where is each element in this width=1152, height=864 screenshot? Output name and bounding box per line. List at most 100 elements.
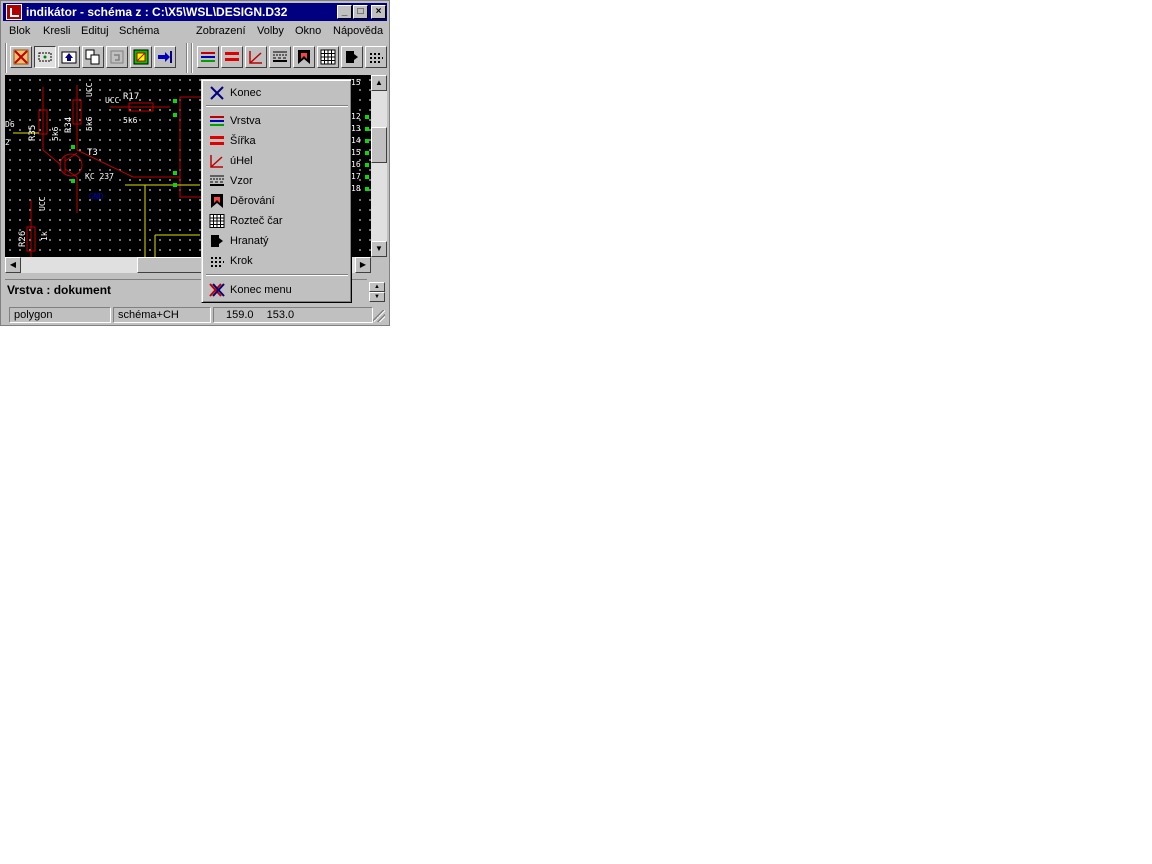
scroll-left-button[interactable]: ◀ [5,257,21,273]
drill-icon [211,194,223,208]
menu-item-konec-menu[interactable]: Konec menu [205,280,349,300]
maximize-button[interactable]: □ [353,5,368,19]
pattern-tool-button[interactable] [269,46,291,68]
toolbar [3,43,387,73]
scroll-down-button[interactable]: ▼ [371,241,387,257]
status-mode: polygon [9,307,111,323]
horizontal-scroll-thumb[interactable] [137,257,207,273]
vertical-scroll-thumb[interactable] [371,127,387,163]
import-tool-button[interactable] [154,46,176,68]
width-icon [225,52,239,61]
menu-blok[interactable]: Blok [9,25,30,37]
menu-item-krok[interactable]: Krok [205,251,349,271]
pattern-icon [273,51,287,62]
menu-item-hranaty-label: Hranatý [230,235,269,247]
menu-item-vrstva-label: Vrstva [230,115,261,127]
drill-tool-button[interactable] [293,46,315,68]
menu-item-konec-label: Konec [230,87,262,99]
menu-volby[interactable]: Volby [257,25,284,37]
menu-item-hranaty[interactable]: Hranatý [205,231,349,251]
scroll-right-button[interactable]: ▶ [355,257,371,273]
menu-item-sirka[interactable]: Šířka [205,131,349,151]
undo-icon [110,50,124,64]
menu-item-konec-menu-label: Konec menu [230,284,292,296]
app-logo-icon[interactable] [6,4,22,20]
menu-okno[interactable]: Okno [295,25,321,37]
label-ucc3: UCC [38,196,47,211]
status-coordinates: 159.0 153.0 [213,307,373,323]
undo-tool-button[interactable] [106,46,128,68]
image-icon [133,49,149,65]
menu-item-vzor[interactable]: Vzor [205,171,349,191]
resize-grip-icon[interactable] [373,310,385,322]
scroll-up-button[interactable]: ▲ [371,75,387,91]
label-pin-15b: 15 [351,148,361,157]
menu-item-roztec-car[interactable]: Rozteč čar [205,211,349,231]
menu-item-uhel-label: úHel [230,155,253,167]
label-r17: R17 [123,92,139,102]
status-y: 153.0 [266,309,295,321]
import-icon [158,51,172,63]
label-ucc2: UCC [85,82,94,97]
label-gnd: GND [89,192,104,201]
label-r26: R26 [18,231,28,247]
menu-schema[interactable]: Schéma [119,25,159,37]
label-t3: T3 [87,148,98,158]
label-r35-value: 5k6 [51,126,60,141]
close-x-icon [210,86,224,100]
square-icon [346,51,358,63]
step-tool-button[interactable] [365,46,387,68]
menu-edituj[interactable]: Edituj [81,25,109,37]
menu-separator [206,105,348,107]
layers-tool-button[interactable] [197,46,219,68]
upload-tool-button[interactable] [58,46,80,68]
drill-icon [298,50,310,64]
toolbar-separator [5,43,7,73]
window-title: indikátor - schéma z : C:\X5\WSL\DESIGN.… [26,5,288,19]
layers-icon [201,52,215,62]
minimize-icon: _ [341,6,348,17]
step-icon [370,53,383,63]
copy-icon [85,49,100,65]
menu-item-derovani[interactable]: Děrování [205,191,349,211]
label-left-2: 2 [5,138,10,147]
angle-icon [249,51,262,64]
menu-separator [206,274,348,276]
width-tool-button[interactable] [221,46,243,68]
grid-icon [209,214,225,228]
image-tool-button[interactable] [130,46,152,68]
menu-kresli[interactable]: Kresli [43,25,71,37]
pattern-icon [210,175,224,186]
spin-down-button[interactable]: ▼ [369,292,385,302]
menu-zobrazeni[interactable]: Zobrazení [196,25,246,37]
status-bar: polygon schéma+CH 159.0 153.0 [3,306,387,324]
status-x: 159.0 [226,309,254,321]
menu-napoveda[interactable]: Nápověda [333,25,383,37]
toolbar-separator [191,43,193,73]
angle-icon [210,155,223,168]
menu-item-konec[interactable]: Konec [205,83,349,103]
width-icon [210,136,224,145]
menu-item-vrstva[interactable]: Vrstva [205,111,349,131]
copy-tool-button[interactable] [82,46,104,68]
label-pin-15: 15 [351,78,361,87]
label-ucc1: UCC [105,96,120,105]
menu-item-sirka-label: Šířka [230,135,256,147]
square-tool-button[interactable] [341,46,363,68]
grid-tool-button[interactable] [317,46,339,68]
status-layer: schéma+CH [113,307,211,323]
minimize-button[interactable]: _ [337,5,352,19]
vertical-scrollbar[interactable]: ▲ ▼ [371,75,387,257]
angle-tool-button[interactable] [245,46,267,68]
info-spinner[interactable]: ▲ ▼ [369,281,387,303]
title-bar[interactable]: indikátor - schéma z : C:\X5\WSL\DESIGN.… [3,3,387,21]
label-r35: R35 [28,125,38,141]
spin-up-button[interactable]: ▲ [369,282,385,292]
select-tool-button[interactable] [34,46,56,68]
cancel-tool-button[interactable] [10,46,32,68]
menu-item-uhel[interactable]: úHel [205,151,349,171]
layer-info-text: Vrstva : dokument [7,283,112,297]
close-menu-icon [209,283,225,297]
close-button[interactable]: × [371,5,386,19]
label-r34-value: 5k6 [85,116,94,131]
